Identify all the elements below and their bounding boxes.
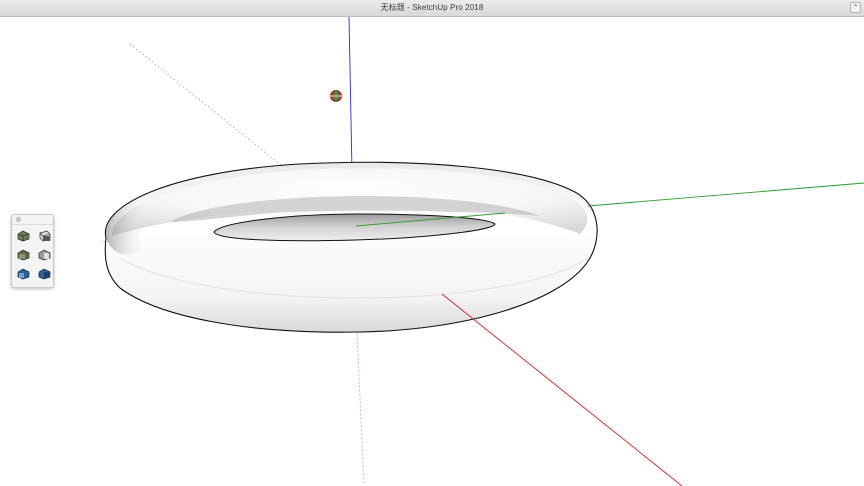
back-view-button[interactable] bbox=[16, 266, 31, 281]
fullscreen-button[interactable]: ⌃ bbox=[850, 2, 861, 13]
torus-model[interactable] bbox=[104, 161, 598, 333]
top-view-icon bbox=[39, 230, 51, 241]
front-view-button[interactable] bbox=[16, 247, 31, 262]
orbit-cursor-icon bbox=[330, 90, 342, 102]
iso-view-button[interactable] bbox=[16, 228, 31, 243]
close-icon[interactable] bbox=[16, 217, 21, 222]
model-canvas bbox=[99, 17, 864, 486]
views-toolbar bbox=[11, 214, 54, 288]
views-toolbar-grid bbox=[16, 228, 52, 281]
iso-view-icon bbox=[17, 230, 30, 241]
right-view-button[interactable] bbox=[37, 247, 52, 262]
red-axis bbox=[441, 293, 683, 486]
front-view-icon bbox=[17, 249, 30, 260]
back-view-icon bbox=[17, 268, 30, 279]
right-view-icon bbox=[38, 249, 51, 260]
green-axis-outer bbox=[587, 182, 864, 207]
left-view-icon bbox=[38, 268, 51, 279]
top-view-button[interactable] bbox=[37, 228, 52, 243]
window-title: 无标题 - SketchUp Pro 2018 bbox=[380, 3, 484, 12]
title-bar: 无标题 - SketchUp Pro 2018 ⌃ bbox=[0, 0, 864, 17]
sketchup-window: 无标题 - SketchUp Pro 2018 ⌃ bbox=[0, 0, 864, 486]
palette-titlebar[interactable] bbox=[12, 215, 53, 225]
left-view-button[interactable] bbox=[37, 266, 52, 281]
drawing-viewport[interactable] bbox=[0, 17, 864, 486]
